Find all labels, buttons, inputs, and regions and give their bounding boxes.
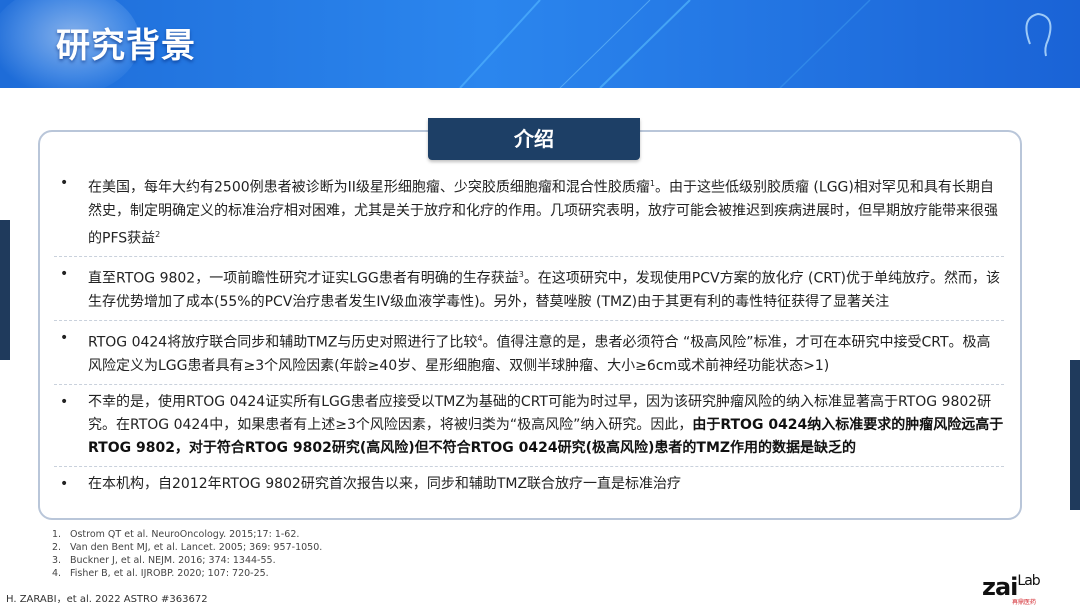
reference-text: Fisher B, et al. IJROBP. 2020; 107: 720-… — [70, 568, 269, 579]
reference-marker: 2 — [155, 229, 161, 239]
reference-number: 1. — [52, 529, 62, 540]
reference-item: 2. Van den Bent MJ, et al. Lancet. 2005; … — [52, 541, 322, 554]
left-accent-strip — [0, 220, 10, 360]
reference-item: 1. Ostrom QT et al. NeuroOncology. 2015;1… — [52, 528, 322, 541]
references: 1. Ostrom QT et al. NeuroOncology. 2015;1… — [52, 528, 322, 580]
reference-number: 4. — [52, 568, 62, 579]
reference-text: Van den Bent MJ, et al. Lancet. 2005; 36… — [70, 542, 323, 553]
header-banner: 研究背景 — [0, 0, 1080, 88]
bullet-item: • 不幸的是，使用RTOG 0424证实所有LGG患者应接受以TMZ为基础的CRT… — [54, 391, 1004, 467]
reference-number: 2. — [52, 542, 62, 553]
citation: H. ZARABI，et al. 2022 ASTRO #363672 — [6, 594, 208, 605]
reference-number: 3. — [52, 555, 62, 566]
section-tab: 介绍 — [428, 118, 640, 160]
right-accent-strip — [1070, 360, 1080, 510]
logo-subtitle: 再鼎医药 — [1012, 599, 1037, 606]
bullet-item: • 在本机构，自2012年RTOG 9802研究首次报告以来，同步和辅助TMZ联合… — [54, 473, 1004, 502]
reference-text: Buckner J, et al. NEJM. 2016; 374: 1344-… — [70, 555, 276, 566]
bullet-text: 在美国，每年大约有2500例患者被诊断为II级星形细胞瘤、少突胶质细胞瘤和混合性… — [88, 179, 650, 196]
reference-text: Ostrom QT et al. NeuroOncology. 2015;17:… — [70, 529, 300, 540]
bullet-dot-icon: • — [60, 475, 69, 492]
reference-item: 3. Buckner J, et al. NEJM. 2016; 374: 134… — [52, 554, 322, 567]
bullet-text: 在本机构，自2012年RTOG 9802研究首次报告以来，同步和辅助TMZ联合放… — [88, 475, 682, 492]
bullet-dot-icon: • — [60, 175, 69, 191]
bullet-item: • RTOG 0424将放疗联合同步和辅助TMZ与历史对照进行了比较4。值得注意的… — [54, 327, 1004, 385]
page-title: 研究背景 — [56, 26, 196, 66]
bullet-item: • 直至RTOG 9802，一项前瞻性研究才证实LGG患者有明确的生存获益3。在这… — [54, 263, 1004, 321]
bullet-text: 直至RTOG 9802，一项前瞻性研究才证实LGG患者有明确的生存获益 — [88, 270, 519, 287]
reference-item: 4. Fisher B, et al. IJROBP. 2020; 107: 72… — [52, 567, 322, 580]
bullet-dot-icon: • — [60, 329, 69, 346]
bullet-dot-icon: • — [60, 393, 69, 410]
logo-lab: Lab — [1017, 573, 1040, 589]
bullet-text: RTOG 0424将放疗联合同步和辅助TMZ与历史对照进行了比较 — [88, 334, 478, 351]
bullet-item: • 在美国，每年大约有2500例患者被诊断为II级星形细胞瘤、少突胶质细胞瘤和混合… — [54, 172, 1004, 258]
bullet-dot-icon: • — [60, 266, 69, 283]
company-logo: zaiLab 再鼎医药 — [982, 573, 1062, 606]
bullet-list: • 在美国，每年大约有2500例患者被诊断为II级星形细胞瘤、少突胶质细胞瘤和混合… — [54, 172, 1004, 508]
